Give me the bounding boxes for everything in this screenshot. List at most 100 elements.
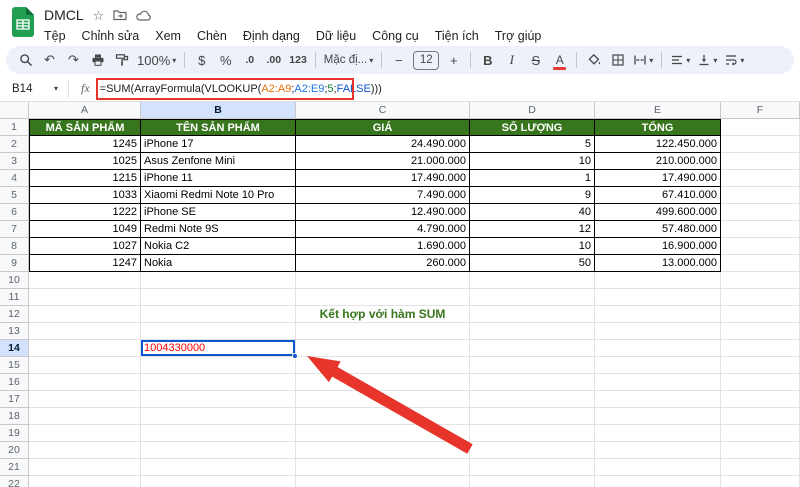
horizontal-align-button[interactable]: ▾ [667,48,693,72]
cell-F17[interactable] [721,391,800,408]
cell-E11[interactable] [595,289,721,306]
cell-E6[interactable]: 499.600.000 [595,204,721,221]
cell-B17[interactable] [141,391,296,408]
vertical-align-button[interactable]: ▾ [694,48,720,72]
cell-A10[interactable] [29,272,141,289]
cell-A22[interactable] [29,476,141,487]
cell-C18[interactable] [296,408,470,425]
cell-A21[interactable] [29,459,141,476]
cell-D15[interactable] [470,357,595,374]
cell-C2[interactable]: 24.490.000 [296,136,470,153]
cell-E2[interactable]: 122.450.000 [595,136,721,153]
row-header-10[interactable]: 10 [0,272,29,289]
cell-D21[interactable] [470,459,595,476]
cell-F6[interactable] [721,204,800,221]
row-header-8[interactable]: 8 [0,238,29,255]
cell-B18[interactable] [141,408,296,425]
italic-button[interactable]: I [500,48,523,72]
column-header-E[interactable]: E [595,102,721,119]
row-header-12[interactable]: 12 [0,306,29,323]
cell-C9[interactable]: 260.000 [296,255,470,272]
cell-C7[interactable]: 4.790.000 [296,221,470,238]
cell-D20[interactable] [470,442,595,459]
font-family-select[interactable]: Mặc đị... ▾ [321,48,376,72]
cell-E1[interactable]: TỔNG [595,119,721,136]
cell-D4[interactable]: 1 [470,170,595,187]
cell-E10[interactable] [595,272,721,289]
column-header-C[interactable]: C [296,102,470,119]
cell-F13[interactable] [721,323,800,340]
zoom-select[interactable]: 100% ▾ [134,48,179,72]
cell-E5[interactable]: 67.410.000 [595,187,721,204]
cell-F1[interactable] [721,119,800,136]
cell-C14[interactable] [296,340,470,357]
cell-C10[interactable] [296,272,470,289]
cell-B19[interactable] [141,425,296,442]
cell-D12[interactable] [470,306,595,323]
cell-F16[interactable] [721,374,800,391]
cell-D5[interactable]: 9 [470,187,595,204]
cell-F21[interactable] [721,459,800,476]
cell-A7[interactable]: 1049 [29,221,141,238]
bold-button[interactable]: B [476,48,499,72]
cell-B2[interactable]: iPhone 17 [141,136,296,153]
cell-C15[interactable] [296,357,470,374]
merge-cells-button[interactable]: ▾ [630,48,656,72]
menu-item-4[interactable]: Định dạng [235,27,308,45]
cell-C11[interactable] [296,289,470,306]
cell-B8[interactable]: Nokia C2 [141,238,296,255]
cell-A11[interactable] [29,289,141,306]
cell-D19[interactable] [470,425,595,442]
cell-B6[interactable]: iPhone SE [141,204,296,221]
row-header-3[interactable]: 3 [0,153,29,170]
cell-E3[interactable]: 210.000.000 [595,153,721,170]
cell-C3[interactable]: 21.000.000 [296,153,470,170]
cell-F14[interactable] [721,340,800,357]
cell-C20[interactable] [296,442,470,459]
menu-item-2[interactable]: Xem [147,27,189,45]
row-header-7[interactable]: 7 [0,221,29,238]
cell-F22[interactable] [721,476,800,487]
cell-D3[interactable]: 10 [470,153,595,170]
row-header-2[interactable]: 2 [0,136,29,153]
cloud-status-icon[interactable] [136,10,152,21]
cell-E15[interactable] [595,357,721,374]
cell-C16[interactable] [296,374,470,391]
cell-B21[interactable] [141,459,296,476]
borders-button[interactable] [606,48,629,72]
cell-A19[interactable] [29,425,141,442]
cell-B3[interactable]: Asus Zenfone Mini [141,153,296,170]
row-header-22[interactable]: 22 [0,476,29,487]
select-all-corner[interactable] [0,102,29,119]
column-header-A[interactable]: A [29,102,141,119]
cell-A5[interactable]: 1033 [29,187,141,204]
cell-D7[interactable]: 12 [470,221,595,238]
cell-F10[interactable] [721,272,800,289]
format-percent-button[interactable]: % [214,48,237,72]
row-header-15[interactable]: 15 [0,357,29,374]
cell-C4[interactable]: 17.490.000 [296,170,470,187]
cell-C19[interactable] [296,425,470,442]
cell-D14[interactable] [470,340,595,357]
cell-A13[interactable] [29,323,141,340]
row-header-13[interactable]: 13 [0,323,29,340]
cell-A12[interactable] [29,306,141,323]
menu-item-1[interactable]: Chỉnh sửa [74,27,148,45]
row-header-21[interactable]: 21 [0,459,29,476]
cell-B13[interactable] [141,323,296,340]
row-header-6[interactable]: 6 [0,204,29,221]
cell-D10[interactable] [470,272,595,289]
cell-A17[interactable] [29,391,141,408]
cell-D11[interactable] [470,289,595,306]
cell-B10[interactable] [141,272,296,289]
cell-E19[interactable] [595,425,721,442]
cell-B14[interactable]: 1004330000 [141,340,298,359]
fill-handle[interactable] [292,353,298,359]
row-header-18[interactable]: 18 [0,408,29,425]
cell-F12[interactable] [721,306,800,323]
cell-A2[interactable]: 1245 [29,136,141,153]
cell-B7[interactable]: Redmi Note 9S [141,221,296,238]
row-header-4[interactable]: 4 [0,170,29,187]
cell-D8[interactable]: 10 [470,238,595,255]
cell-E8[interactable]: 16.900.000 [595,238,721,255]
